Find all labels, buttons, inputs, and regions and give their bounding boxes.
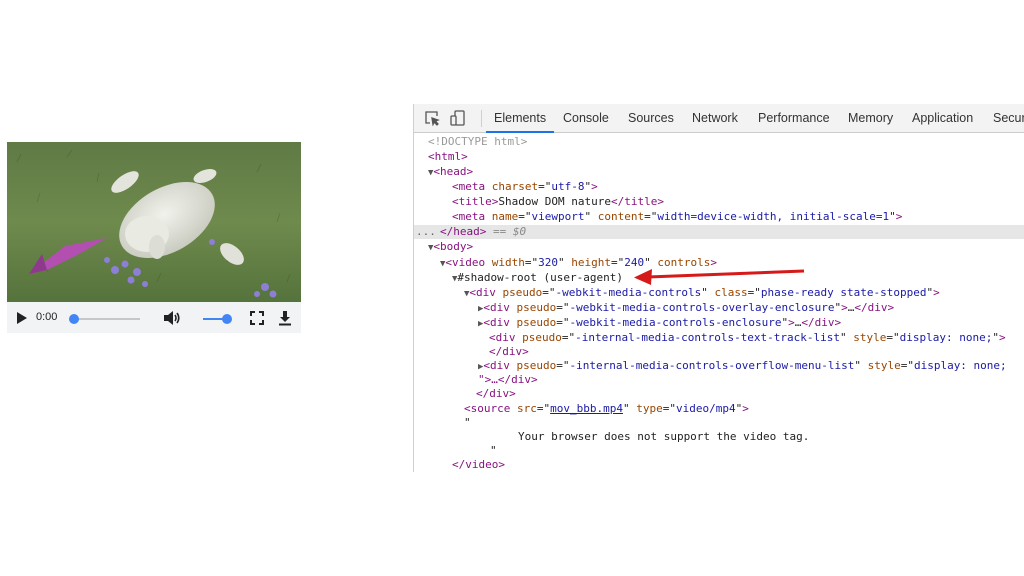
dom-div-text-track-close[interactable]: </div> — [489, 345, 1024, 359]
inspect-element-icon[interactable] — [424, 110, 440, 127]
progress-slider[interactable] — [69, 314, 140, 324]
current-time: 0:00 — [36, 311, 58, 323]
dom-tree: <!DOCTYPE html> <html> ▼<head> <meta cha… — [414, 134, 1024, 472]
progress-thumb[interactable] — [69, 314, 79, 324]
tab-performance[interactable]: Performance — [758, 104, 830, 132]
dom-div-overlay-enclosure[interactable]: ▶<div pseudo="-webkit-media-controls-ove… — [478, 301, 1024, 315]
dom-doctype[interactable]: <!DOCTYPE html> — [428, 135, 1024, 149]
tab-application[interactable]: Application — [912, 104, 973, 132]
video-frame[interactable] — [7, 142, 301, 302]
tab-sources[interactable]: Sources — [628, 104, 674, 132]
dom-div-text-track-list[interactable]: <div pseudo="-internal-media-controls-te… — [489, 331, 1024, 345]
dom-div-media-controls[interactable]: ▼<div pseudo="-webkit-media-controls" cl… — [464, 286, 1024, 300]
tab-console[interactable]: Console — [563, 104, 609, 132]
annotation-arrow-icon — [634, 269, 805, 285]
dom-meta-viewport[interactable]: <meta name="viewport" content="width=dev… — [452, 210, 1024, 224]
dom-title[interactable]: <title>Shadow DOM nature</title> — [452, 195, 1024, 209]
dom-fallback-text[interactable]: Your browser does not support the video … — [518, 430, 1024, 444]
devtools-toolbar: Elements Console Sources Network Perform… — [414, 104, 1024, 133]
head-tag-name: head — [440, 165, 467, 178]
volume-icon[interactable] — [162, 309, 182, 327]
html-tag-name: html — [434, 150, 462, 163]
media-controls: 0:00 — [7, 303, 301, 333]
dom-text-quote-close[interactable]: " — [490, 444, 1024, 458]
play-icon[interactable] — [15, 311, 29, 325]
video-still-image — [7, 142, 301, 302]
dom-div-overflow-menu-cont[interactable]: ">…</div> — [478, 373, 1024, 387]
toolbar-divider — [481, 110, 482, 127]
fullscreen-icon[interactable] — [249, 310, 265, 326]
dom-source[interactable]: <source src="mov_bbb.mp4" type="video/mp… — [464, 402, 1024, 416]
source-file-link[interactable]: mov_bbb.mp4 — [550, 402, 623, 415]
selected-marker: == $0 — [492, 225, 527, 238]
body-tag-name: body — [440, 240, 467, 253]
volume-thumb[interactable] — [222, 314, 232, 324]
dom-div-enclosure[interactable]: ▶<div pseudo="-webkit-media-controls-enc… — [478, 316, 1024, 330]
dom-meta-charset[interactable]: <meta charset="utf-8"> — [452, 180, 1024, 194]
dom-head-close-selected[interactable]: ... </head> == $0 — [414, 225, 1024, 239]
device-toolbar-icon[interactable] — [450, 110, 466, 126]
volume-slider[interactable] — [203, 314, 232, 324]
tab-elements[interactable]: Elements — [485, 104, 555, 133]
video-player[interactable]: 0:00 — [7, 142, 301, 333]
download-icon[interactable] — [277, 309, 293, 327]
dom-div-media-controls-close[interactable]: </div> — [476, 387, 1024, 401]
dom-body[interactable]: ▼<body> — [428, 240, 1024, 254]
dom-html[interactable]: <html> — [428, 150, 1024, 164]
dom-video-close[interactable]: </video> — [452, 458, 1024, 472]
devtools-panel: Elements Console Sources Network Perform… — [413, 104, 1024, 472]
tab-security[interactable]: Secur — [993, 104, 1024, 132]
tab-network[interactable]: Network — [692, 104, 738, 132]
tab-memory[interactable]: Memory — [848, 104, 893, 132]
row-menu-dots[interactable]: ... — [416, 225, 436, 239]
dom-head[interactable]: ▼<head> — [428, 165, 1024, 179]
dom-div-overflow-menu[interactable]: ▶<div pseudo="-internal-media-controls-o… — [478, 359, 1024, 373]
dom-text-quote-open[interactable]: " — [464, 416, 1024, 430]
